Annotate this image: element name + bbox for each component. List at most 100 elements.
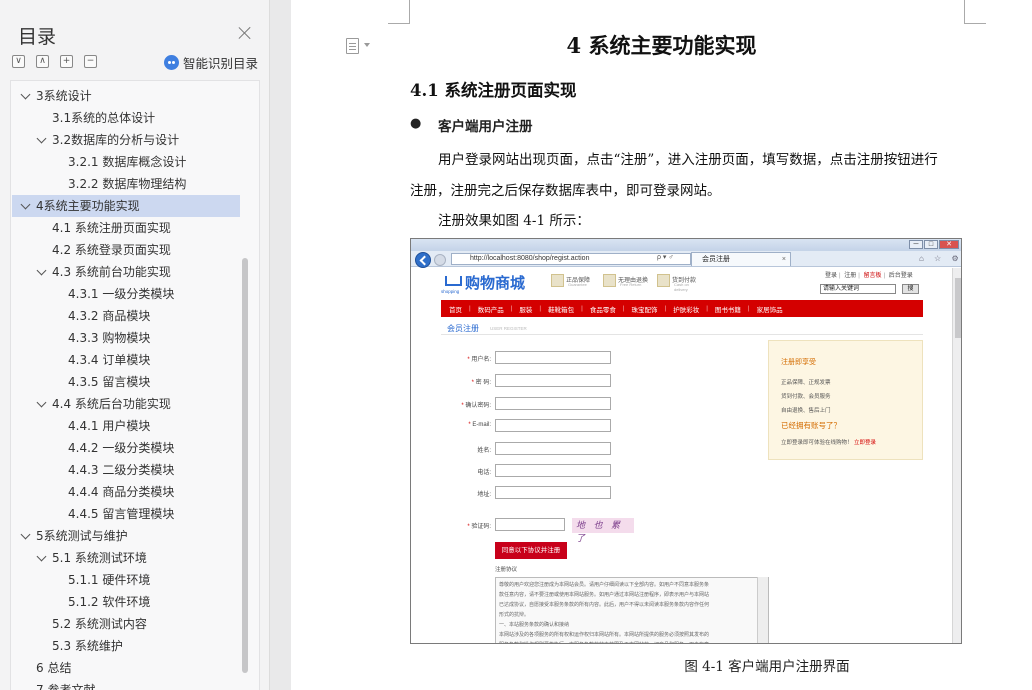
subsection-heading: 客户端用户注册: [438, 119, 533, 135]
toc-item[interactable]: 5.1.2 软件环境: [12, 591, 240, 613]
toc-item[interactable]: 4系统主要功能实现: [12, 195, 240, 217]
toc-item[interactable]: 5系统测试与维护: [12, 525, 240, 547]
badge-cod: 货到付款 Cash on delivery: [657, 274, 696, 292]
form-input: [495, 464, 611, 477]
toc-item-label: 4.4 系统后台功能实现: [52, 397, 171, 411]
toc-item[interactable]: 5.2 系统测试内容: [12, 613, 240, 635]
toc-item-label: 5.1 系统测试环境: [52, 551, 147, 565]
form-input: [495, 397, 611, 410]
chevron-down-icon[interactable]: [20, 90, 32, 102]
registration-screenshot-figure: ─ □ ✕ http://localhost:8080/shop/regist.…: [410, 238, 962, 644]
paragraph-line: 注册效果如图 4-1 所示：: [438, 213, 590, 229]
toc-item-label: 4.3.2 商品模块: [68, 309, 151, 323]
toc-item[interactable]: 4.4.1 用户模块: [12, 415, 240, 437]
toc-item[interactable]: 6 总结: [12, 657, 240, 679]
toc-item[interactable]: 7 参考文献: [12, 679, 240, 690]
agree-register-button: 同意以下协议并注册: [495, 542, 567, 559]
form-label: 姓名:: [477, 448, 491, 454]
toc-item[interactable]: 3.2数据库的分析与设计: [12, 129, 240, 151]
toc-item-label: 5.1.2 软件环境: [68, 595, 151, 609]
toc-item[interactable]: 5.1 系统测试环境: [12, 547, 240, 569]
section-heading: 4.1 系统注册页面实现: [410, 81, 577, 100]
close-icon[interactable]: [237, 25, 253, 41]
shop-nav-item: 首页: [449, 306, 462, 314]
login-prompt: 立即登录即可体验在线购物！ 立即登录: [781, 440, 877, 446]
benefits-heading: 注册即享受: [781, 359, 816, 366]
chevron-down-icon[interactable]: [20, 530, 32, 542]
agreement-line: 尊敬的用户欢迎您注册成为本网站会员。请用户仔细阅读以下全部内容。如用户不同意本服…: [499, 582, 710, 588]
admin-login-link: 后台登录: [888, 273, 913, 279]
toc-item[interactable]: 4.3.1 一级分类模块: [12, 283, 240, 305]
form-label: * 验证码:: [467, 524, 491, 530]
toc-item[interactable]: 4.4.2 一级分类模块: [12, 437, 240, 459]
shop-nav-item: 数码产品: [477, 306, 504, 314]
toc-item[interactable]: 4.4.3 二级分类模块: [12, 459, 240, 481]
toc-item-label: 4.1 系统注册页面实现: [52, 221, 171, 235]
toc-item[interactable]: 3.2.2 数据库物理结构: [12, 173, 240, 195]
toc-item-label: 4.2 系统登录页面实现: [52, 243, 171, 257]
chevron-down-icon[interactable]: [36, 134, 48, 146]
bullet-icon: ●: [410, 116, 422, 131]
divider: [441, 334, 923, 335]
page-corner-mark: [388, 0, 410, 24]
toc-item[interactable]: 3.2.1 数据库概念设计: [12, 151, 240, 173]
shop-nav-item: 服装: [519, 306, 533, 314]
chevron-down-icon[interactable]: [20, 200, 32, 212]
add-heading-button[interactable]: +: [60, 55, 73, 68]
agreement-line: 服务条款和操作规则严格执行。本服务条款的效力范围及于本网站的一切产品和服务，用户…: [499, 640, 754, 643]
shop-search-input: 请输入关键词: [820, 284, 896, 294]
close-icon: ✕: [939, 240, 959, 249]
shop-nav-item: 食品零食: [589, 306, 616, 314]
form-label: * 用户名:: [467, 357, 491, 363]
toc-item-label: 4.4.2 一级分类模块: [68, 441, 175, 455]
toc-item[interactable]: 4.3.5 留言模块: [12, 371, 240, 393]
toc-item[interactable]: 4.3.3 购物模块: [12, 327, 240, 349]
badge-return: 无理由退换 Free Return: [603, 274, 648, 287]
toc-item[interactable]: 3系统设计: [12, 85, 240, 107]
toc-item[interactable]: 4.4.4 商品分类模块: [12, 481, 240, 503]
chevron-down-icon[interactable]: [36, 398, 48, 410]
smart-toc-button[interactable]: 智能识别目录: [164, 53, 258, 71]
toc-item[interactable]: 4.1 系统注册页面实现: [12, 217, 240, 239]
expand-all-button[interactable]: ∧: [36, 55, 49, 68]
toc-item[interactable]: 4.2 系统登录页面实现: [12, 239, 240, 261]
register-title-en: USER REGISTER: [490, 326, 527, 331]
toc-item[interactable]: 4.3.4 订单模块: [12, 349, 240, 371]
form-input: [495, 486, 611, 499]
toc-item-label: 4.3.5 留言模块: [68, 375, 151, 389]
agreement-line: 一、本站服务条款的确认和接纳: [499, 622, 570, 628]
paragraph-line: 注册，注册完之后保存数据库表中，即可登录网站。: [410, 183, 721, 199]
toc-item-label: 4.3.1 一级分类模块: [68, 287, 175, 301]
form-input: [495, 442, 611, 455]
toc-item[interactable]: 3.1系统的总体设计: [12, 107, 240, 129]
robot-icon: [164, 54, 179, 70]
login-now-link: 立即登录: [854, 440, 877, 446]
toc-item[interactable]: 4.4 系统后台功能实现: [12, 393, 240, 415]
toc-item[interactable]: 5.3 系统维护: [12, 635, 240, 657]
remove-heading-button[interactable]: −: [84, 55, 97, 68]
chevron-down-icon[interactable]: [36, 552, 48, 564]
register-benefits-box: 注册即享受 正品保障、正规发票 货到付款、会员服务 自由退换、售后上门 已经拥有…: [768, 340, 923, 460]
shop-nav-item: 鞋靴箱包: [548, 306, 575, 314]
toc-item[interactable]: 4.3.2 商品模块: [12, 305, 240, 327]
figure-caption: 图 4-1 客户端用户注册界面: [684, 659, 850, 675]
toc-scrollbar[interactable]: [242, 258, 248, 673]
toc-item-label: 4.4.1 用户模块: [68, 419, 151, 433]
toc-item-label: 3.2数据库的分析与设计: [52, 133, 180, 147]
toc-item[interactable]: 4.4.5 留言管理模块: [12, 503, 240, 525]
shield-icon: [551, 274, 564, 287]
form-label: 电话:: [477, 470, 491, 476]
toc-item-label: 4.3 系统前台功能实现: [52, 265, 171, 279]
collapse-all-button[interactable]: ∨: [12, 55, 25, 68]
toc-item-label: 5系统测试与维护: [36, 529, 128, 543]
benefit-line: 货到付款、会员服务: [781, 394, 831, 400]
toc-item-label: 5.2 系统测试内容: [52, 617, 147, 631]
toc-item[interactable]: 4.3 系统前台功能实现: [12, 261, 240, 283]
shop-logo: 购物商城: [465, 274, 526, 292]
minimize-icon: ─: [909, 240, 923, 249]
toc-item[interactable]: 5.1.1 硬件环境: [12, 569, 240, 591]
shop-nav-bar: 首页 | 数码产品 | 服装 | 鞋靴箱包 | 食品零食 | 珠宝配饰 | 护肤彩妆 | 图书书籍 | 家居饰品: [441, 300, 923, 317]
toc-item-label: 3.2.1 数据库概念设计: [68, 155, 187, 169]
chevron-down-icon[interactable]: [36, 266, 48, 278]
browser-scrollbar: [952, 268, 961, 643]
